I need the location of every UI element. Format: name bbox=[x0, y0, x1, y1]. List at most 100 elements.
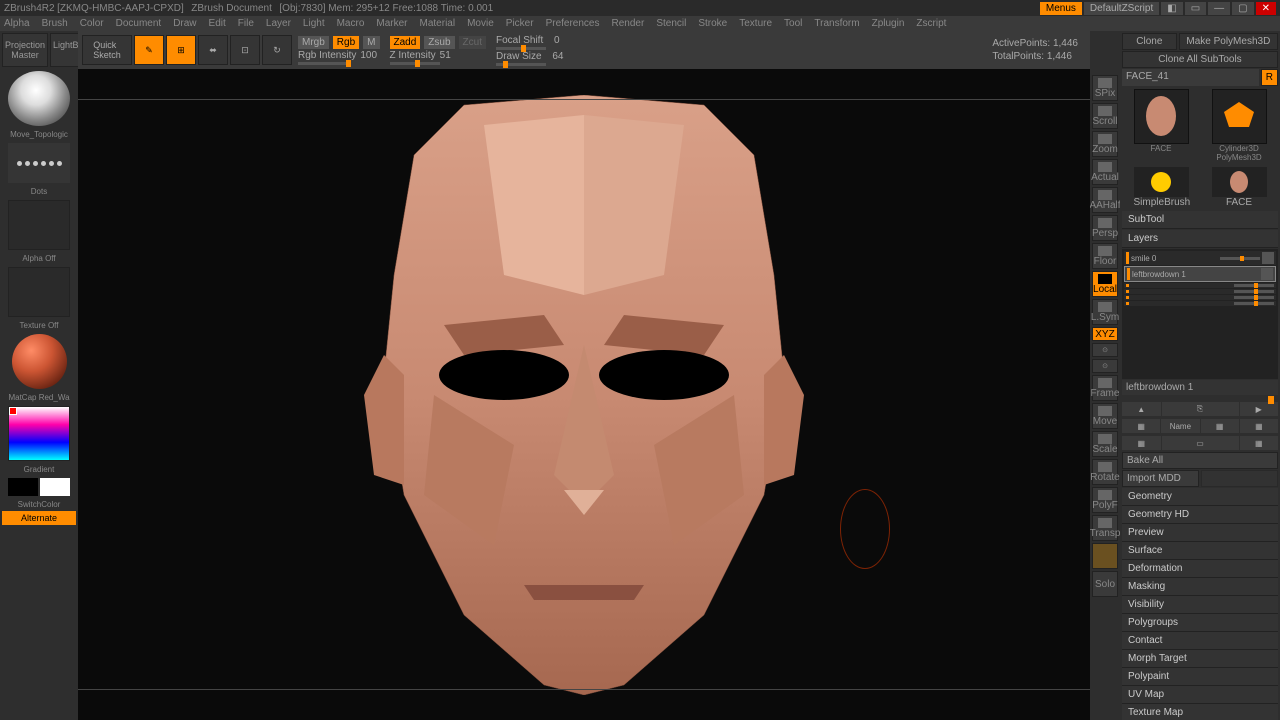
make-polymesh-button[interactable]: Make PolyMesh3D bbox=[1179, 33, 1278, 50]
layer-row-selected[interactable]: leftbrowdown 1 bbox=[1124, 266, 1276, 282]
local-button[interactable]: Local bbox=[1092, 271, 1118, 297]
layer-down-icon[interactable]: ▶ bbox=[1240, 402, 1279, 416]
m-button[interactable]: M bbox=[363, 36, 379, 49]
window-btn-2[interactable]: ▭ bbox=[1185, 2, 1206, 15]
menu-item[interactable]: Document bbox=[116, 18, 162, 29]
panel-header[interactable]: UV Map bbox=[1122, 686, 1278, 704]
menu-item[interactable]: Movie bbox=[467, 18, 494, 29]
focal-shift-slider[interactable] bbox=[496, 47, 546, 50]
scroll-button[interactable]: Scroll bbox=[1092, 103, 1118, 129]
stroke-dots-icon[interactable] bbox=[8, 143, 70, 183]
panel-header[interactable]: Surface bbox=[1122, 542, 1278, 560]
panel-header[interactable]: Polygroups bbox=[1122, 614, 1278, 632]
actual-button[interactable]: Actual bbox=[1092, 159, 1118, 185]
brush-thumb-face[interactable]: FACE bbox=[1212, 167, 1267, 208]
lsym-button[interactable]: L.Sym bbox=[1092, 299, 1118, 325]
bake-all-button[interactable]: Bake All bbox=[1122, 452, 1278, 469]
swatch-white[interactable] bbox=[40, 478, 70, 496]
menu-item[interactable]: Zscript bbox=[916, 18, 946, 29]
zsub-button[interactable]: Zsub bbox=[424, 36, 454, 49]
aahalf-button[interactable]: AAHalf bbox=[1092, 187, 1118, 213]
menu-item[interactable]: Marker bbox=[376, 18, 407, 29]
quick-sketch-button[interactable]: Quick Sketch bbox=[82, 35, 132, 65]
material-nav-button[interactable] bbox=[1092, 543, 1118, 569]
rotate-nav-button[interactable]: Rotate bbox=[1092, 459, 1118, 485]
transp-button[interactable]: Transp bbox=[1092, 515, 1118, 541]
panel-header[interactable]: Geometry HD bbox=[1122, 506, 1278, 524]
layer-name-button[interactable]: Name bbox=[1161, 419, 1199, 433]
minimize-button[interactable]: — bbox=[1208, 2, 1230, 15]
import-mdd-button[interactable]: Import MDD bbox=[1122, 470, 1199, 487]
projection-master-button[interactable]: Projection Master bbox=[2, 33, 48, 67]
menu-item[interactable]: Tool bbox=[784, 18, 802, 29]
alternate-button[interactable]: Alternate bbox=[2, 511, 76, 525]
clone-button[interactable]: Clone bbox=[1122, 33, 1177, 50]
menu-item[interactable]: Transform bbox=[814, 18, 859, 29]
layer-row[interactable] bbox=[1124, 301, 1276, 306]
material-ball-icon[interactable] bbox=[12, 334, 67, 389]
draw-mode-button[interactable]: ⊞ bbox=[166, 35, 196, 65]
layer-del-icon[interactable]: ▦ bbox=[1240, 419, 1278, 433]
menu-item[interactable]: Texture bbox=[739, 18, 772, 29]
panel-header[interactable]: Masking bbox=[1122, 578, 1278, 596]
menu-item[interactable]: Stencil bbox=[656, 18, 686, 29]
viewport-3d[interactable] bbox=[78, 69, 1090, 720]
alpha-thumbnail[interactable] bbox=[8, 200, 70, 250]
floor-button[interactable]: Floor bbox=[1092, 243, 1118, 269]
menu-item[interactable]: Alpha bbox=[4, 18, 30, 29]
zoom-button[interactable]: Zoom bbox=[1092, 131, 1118, 157]
persp-button[interactable]: Persp bbox=[1092, 215, 1118, 241]
close-button[interactable]: ✕ bbox=[1256, 2, 1276, 15]
panel-header[interactable]: Contact bbox=[1122, 632, 1278, 650]
panel-header[interactable]: Texture Map bbox=[1122, 704, 1278, 720]
z-intensity-slider[interactable] bbox=[390, 62, 440, 65]
texture-thumbnail[interactable] bbox=[8, 267, 70, 317]
color-swatches[interactable] bbox=[8, 478, 70, 496]
layer-row[interactable] bbox=[1124, 295, 1276, 300]
menu-item[interactable]: Light bbox=[303, 18, 325, 29]
maximize-button[interactable]: ▢ bbox=[1232, 2, 1253, 15]
panel-header[interactable]: Deformation bbox=[1122, 560, 1278, 578]
layer-btn-b[interactable]: ▭ bbox=[1162, 436, 1239, 450]
xyz-button[interactable]: XYZ bbox=[1092, 327, 1118, 341]
brush-thumb-simple[interactable]: SimpleBrush bbox=[1134, 167, 1189, 208]
panel-header[interactable]: Geometry bbox=[1122, 488, 1278, 506]
menu-item[interactable]: File bbox=[238, 18, 254, 29]
layer-row[interactable] bbox=[1124, 289, 1276, 294]
menu-item[interactable]: Color bbox=[80, 18, 104, 29]
tool-thumb-cylinder[interactable]: Cylinder3D PolyMesh3D bbox=[1212, 89, 1267, 162]
layer-up-icon[interactable]: ▲ bbox=[1122, 402, 1161, 416]
panel-header[interactable]: Visibility bbox=[1122, 596, 1278, 614]
color-picker[interactable] bbox=[8, 406, 70, 461]
menu-item[interactable]: Material bbox=[420, 18, 456, 29]
layer-btn-a[interactable]: ▦ bbox=[1122, 436, 1161, 450]
menu-item[interactable]: Preferences bbox=[546, 18, 600, 29]
subtool-section-header[interactable]: SubTool bbox=[1122, 211, 1278, 229]
layer-merge-icon[interactable]: ▦ bbox=[1201, 419, 1239, 433]
menu-item[interactable]: Render bbox=[612, 18, 645, 29]
menu-item[interactable]: Picker bbox=[506, 18, 534, 29]
switchcolor-button[interactable]: SwitchColor bbox=[2, 500, 76, 509]
menu-item[interactable]: Draw bbox=[173, 18, 196, 29]
brush-preview-icon[interactable] bbox=[8, 71, 70, 126]
swatch-black[interactable] bbox=[8, 478, 38, 496]
xyz3-button[interactable]: ⊙ bbox=[1092, 359, 1118, 373]
panel-header[interactable]: Preview bbox=[1122, 524, 1278, 542]
menu-item[interactable]: Layer bbox=[266, 18, 291, 29]
rotate-mode-button[interactable]: ↻ bbox=[262, 35, 292, 65]
menu-item[interactable]: Edit bbox=[209, 18, 226, 29]
menu-item[interactable]: Macro bbox=[337, 18, 365, 29]
layer-new-icon[interactable]: ▦ bbox=[1122, 419, 1160, 433]
move-nav-button[interactable]: Move bbox=[1092, 403, 1118, 429]
zadd-button[interactable]: Zadd bbox=[390, 36, 421, 49]
scale-mode-button[interactable]: ⊡ bbox=[230, 35, 260, 65]
draw-size-slider[interactable] bbox=[496, 63, 546, 66]
tool-thumb-face[interactable]: FACE bbox=[1134, 89, 1189, 162]
rgb-intensity-slider[interactable] bbox=[298, 62, 348, 65]
rgb-button[interactable]: Rgb bbox=[333, 36, 359, 49]
menus-button[interactable]: Menus bbox=[1040, 2, 1082, 15]
clone-all-button[interactable]: Clone All SubTools bbox=[1122, 51, 1278, 68]
default-zscript-button[interactable]: DefaultZScript bbox=[1084, 2, 1159, 15]
xyz2-button[interactable]: ⊙ bbox=[1092, 343, 1118, 357]
spix-button[interactable]: SPix bbox=[1092, 75, 1118, 101]
